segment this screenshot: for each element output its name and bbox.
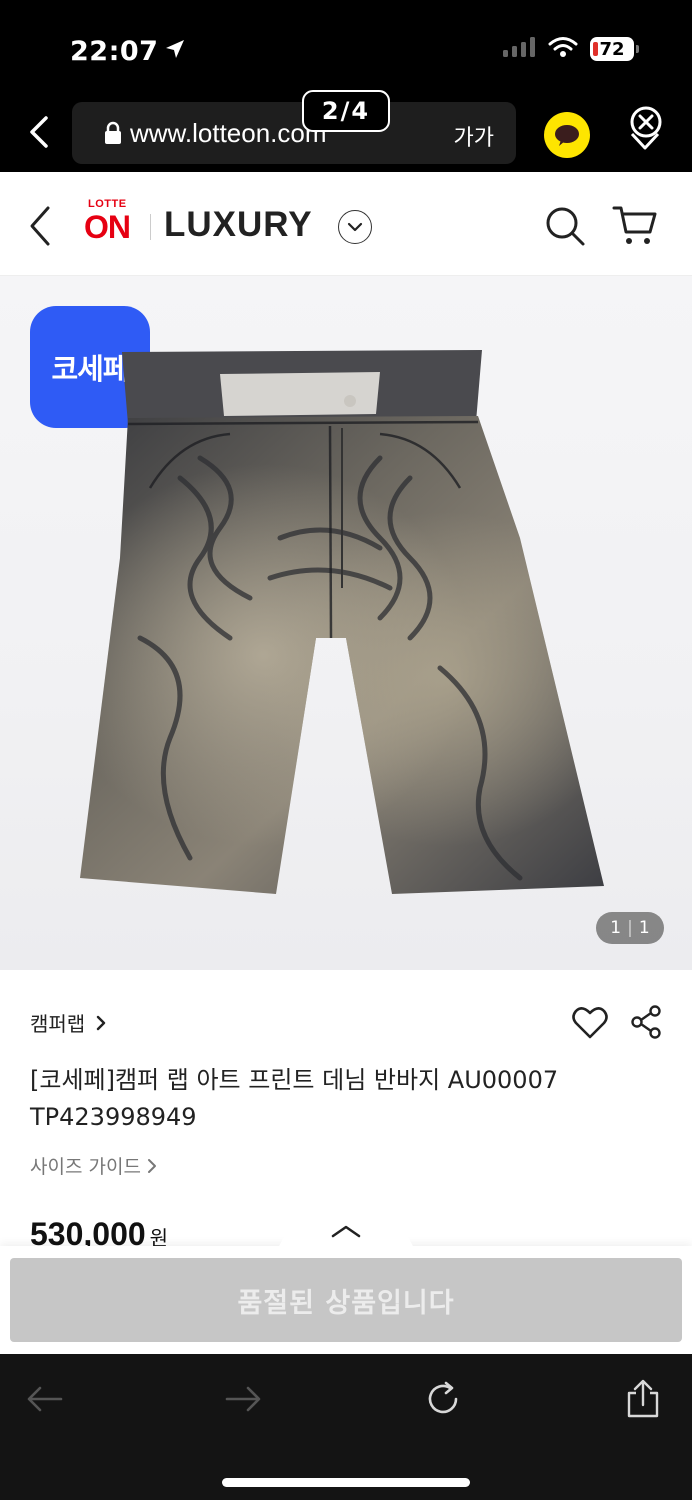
- chevron-up-icon: [331, 1225, 361, 1238]
- image-counter: 1 | 1: [596, 912, 664, 944]
- cart-icon: [612, 206, 657, 244]
- status-bar: 22:07 72: [0, 0, 692, 92]
- product-image-gallery[interactable]: 코세페 1 | 1: [0, 276, 692, 970]
- section-dropdown-button[interactable]: [338, 210, 372, 244]
- product-image-denim-shorts: [80, 350, 604, 894]
- close-browser-button[interactable]: [620, 98, 670, 158]
- url-bar[interactable]: www.lotteon.com 가가: [72, 102, 516, 164]
- browser-bar: www.lotteon.com 가가 2/4: [0, 90, 692, 172]
- chevron-right-icon: [147, 1158, 156, 1173]
- heart-icon: [572, 1007, 608, 1039]
- kakao-talk-icon: [555, 125, 579, 146]
- share-icon: [631, 1005, 661, 1039]
- section-title[interactable]: LUXURY: [164, 205, 313, 245]
- browser-forward-nav-button[interactable]: [218, 1376, 268, 1422]
- brand-name: 캠퍼랩: [30, 1012, 86, 1036]
- lock-icon: [104, 121, 122, 149]
- signal-icon: [502, 36, 536, 62]
- wishlist-button[interactable]: [572, 1006, 608, 1044]
- battery-icon: 72: [590, 37, 639, 61]
- close-pin-icon: [630, 106, 662, 150]
- back-icon: [30, 116, 48, 148]
- text-size-button[interactable]: 가가: [454, 120, 494, 152]
- chevron-right-icon: [97, 1015, 106, 1030]
- wifi-icon: [548, 36, 578, 62]
- share-upload-icon: [627, 1379, 659, 1418]
- image-counter-current: 1: [610, 918, 622, 938]
- status-time: 22:07: [70, 36, 186, 67]
- purchase-bar: 품절된 상품입니다: [0, 1246, 692, 1354]
- page-counter: 2/4: [302, 90, 390, 132]
- back-icon: [30, 206, 50, 246]
- size-guide-label: 사이즈 가이드: [30, 1156, 141, 1178]
- search-button[interactable]: [544, 205, 586, 251]
- location-arrow-icon: [164, 36, 186, 67]
- logo-divider: [150, 214, 151, 240]
- product-title: [코세페]캠퍼 랩 아트 프린트 데님 반바지 AU00007 TP423998…: [30, 1066, 559, 1131]
- size-guide-link[interactable]: 사이즈 가이드: [30, 1152, 157, 1179]
- soldout-button[interactable]: 품절된 상품입니다: [10, 1258, 682, 1342]
- expand-panel-button[interactable]: [278, 1218, 414, 1248]
- logo-on-text[interactable]: ON: [84, 209, 131, 246]
- kakao-talk-button[interactable]: [544, 112, 590, 158]
- share-button[interactable]: [630, 1004, 662, 1044]
- battery-level: 72: [599, 38, 625, 60]
- arrow-right-icon: [225, 1386, 261, 1412]
- status-indicators: 72: [502, 36, 639, 62]
- image-counter-separator: |: [627, 918, 633, 938]
- share-page-button[interactable]: [618, 1376, 668, 1422]
- arrow-left-icon: [27, 1386, 63, 1412]
- search-icon: [546, 207, 585, 246]
- image-counter-total: 1: [638, 918, 650, 938]
- clock-text: 22:07: [70, 36, 159, 67]
- site-header: LOTTE ON LUXURY: [0, 172, 692, 276]
- home-indicator: [222, 1478, 470, 1487]
- refresh-icon: [428, 1381, 458, 1414]
- chevron-down-icon: [347, 222, 363, 232]
- site-back-button[interactable]: [26, 204, 56, 252]
- browser-toolbar: [0, 1354, 692, 1500]
- browser-back-button[interactable]: [22, 112, 58, 152]
- brand-link[interactable]: 캠퍼랩: [30, 1008, 107, 1037]
- browser-back-nav-button[interactable]: [20, 1376, 70, 1422]
- refresh-button[interactable]: [418, 1376, 468, 1422]
- cart-button[interactable]: [612, 204, 658, 252]
- product-info: 캠퍼랩 [코세페]캠퍼 랩 아트 프린트 데님 반바지 AU00007 TP42…: [0, 970, 692, 1252]
